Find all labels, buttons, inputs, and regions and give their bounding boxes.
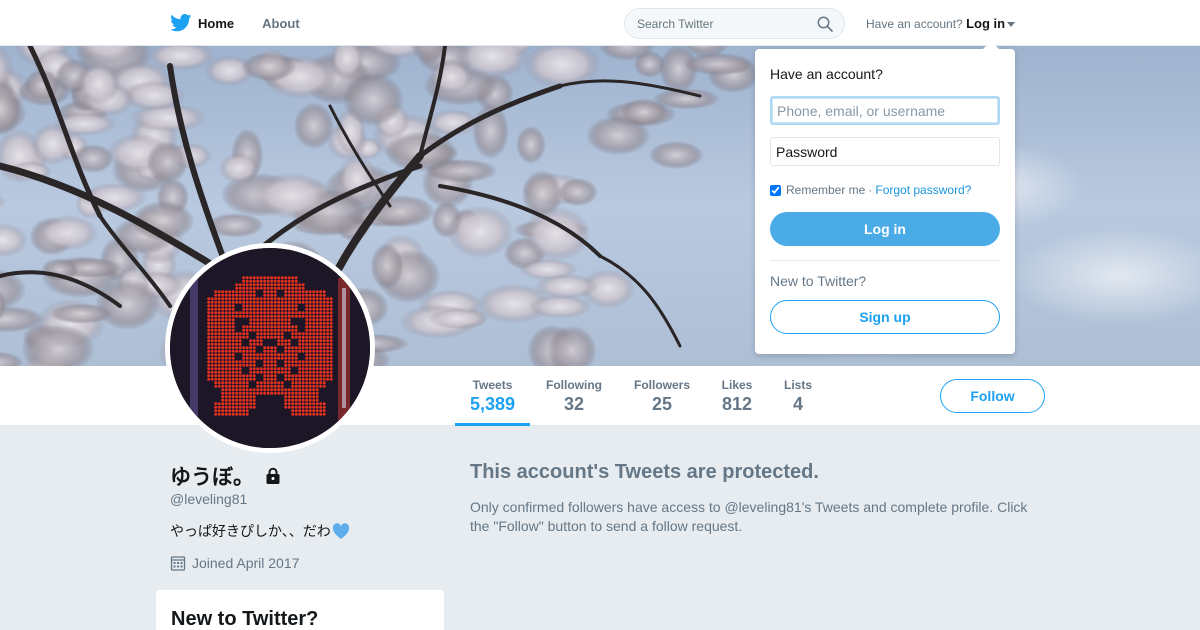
signup-button[interactable]: Sign up bbox=[770, 300, 1000, 334]
protected-body: Only confirmed followers have access to … bbox=[470, 499, 1028, 534]
profile-handle[interactable]: @leveling81 bbox=[170, 491, 247, 507]
pixel-art-avatar-image bbox=[170, 248, 370, 448]
stat-following[interactable]: Following 32 bbox=[540, 378, 608, 415]
stat-lists[interactable]: Lists 4 bbox=[778, 378, 818, 415]
login-dropdown: Have an account? Remember me · Forgot pa… bbox=[755, 41, 1015, 354]
avatar[interactable] bbox=[165, 243, 375, 453]
lock-icon bbox=[266, 467, 280, 484]
stat-following-label: Following bbox=[546, 378, 602, 392]
search-input[interactable] bbox=[637, 17, 807, 31]
caret-down-icon bbox=[1007, 22, 1016, 28]
new-to-twitter-heading: New to Twitter? bbox=[171, 608, 319, 630]
stat-followers-label: Followers bbox=[633, 378, 690, 392]
forgot-password-link[interactable]: Forgot password? bbox=[875, 183, 971, 197]
search-box[interactable] bbox=[624, 8, 845, 39]
account-prompt-text: Have an account? bbox=[866, 17, 963, 31]
stat-tweets-value: 5,389 bbox=[469, 394, 516, 414]
profile-joined-text: Joined April 2017 bbox=[192, 555, 300, 571]
protected-title: This account's Tweets are protected. bbox=[470, 461, 819, 483]
stat-following-value: 32 bbox=[563, 394, 585, 414]
username-field[interactable] bbox=[770, 96, 1000, 125]
nav-about-link[interactable]: About bbox=[262, 0, 300, 46]
profile-bio: やっぱ好きぴしか、、だわ bbox=[170, 521, 350, 541]
password-field[interactable] bbox=[770, 137, 1000, 166]
login-dropdown-title: Have an account? bbox=[770, 66, 883, 82]
profile-name: ゆうぼ。 bbox=[170, 461, 282, 491]
profile-name-text: ゆうぼ。 bbox=[170, 466, 254, 489]
follow-button[interactable]: Follow bbox=[940, 379, 1045, 413]
stat-likes[interactable]: Likes 812 bbox=[714, 378, 760, 415]
nav-left: Home About bbox=[170, 0, 328, 46]
separator-dot: · bbox=[868, 183, 873, 197]
blue-heart-icon bbox=[332, 522, 349, 539]
twitter-bird-icon bbox=[170, 14, 192, 32]
stat-tweets[interactable]: Tweets 5,389 bbox=[455, 378, 530, 415]
dropdown-arrow bbox=[983, 41, 999, 49]
stat-tweets-label: Tweets bbox=[472, 378, 513, 392]
calendar-icon bbox=[170, 556, 186, 571]
remember-me-label[interactable]: Remember me bbox=[786, 183, 865, 197]
active-tab-indicator bbox=[455, 423, 530, 426]
stat-likes-label: Likes bbox=[721, 378, 753, 392]
profile-bio-text: やっぱ好きぴしか、、だわ bbox=[170, 523, 331, 539]
nav-home-link[interactable]: Home bbox=[170, 0, 234, 46]
remember-me-checkbox[interactable] bbox=[770, 184, 781, 196]
dropdown-divider bbox=[770, 260, 1000, 261]
stat-lists-label: Lists bbox=[783, 378, 812, 392]
login-dropdown-toggle[interactable]: Log in bbox=[966, 16, 1016, 31]
new-to-twitter-card: New to Twitter? bbox=[156, 590, 444, 630]
stat-followers[interactable]: Followers 25 bbox=[628, 378, 696, 415]
stat-likes-value: 812 bbox=[721, 394, 753, 414]
login-button[interactable]: Log in bbox=[770, 212, 1000, 246]
stat-lists-value: 4 bbox=[792, 394, 803, 414]
remember-me-row: Remember me · Forgot password? bbox=[770, 183, 971, 197]
account-prompt: Have an account? Log in bbox=[866, 16, 1016, 31]
nav-home-label: Home bbox=[198, 15, 235, 31]
new-to-twitter-prompt: New to Twitter? bbox=[770, 273, 867, 289]
top-nav: Home About Have an account? Log in bbox=[0, 0, 1200, 46]
login-toggle-label: Log in bbox=[966, 16, 1006, 31]
stat-followers-value: 25 bbox=[651, 394, 673, 414]
search-icon[interactable] bbox=[817, 16, 833, 32]
profile-joined: Joined April 2017 bbox=[170, 555, 299, 571]
